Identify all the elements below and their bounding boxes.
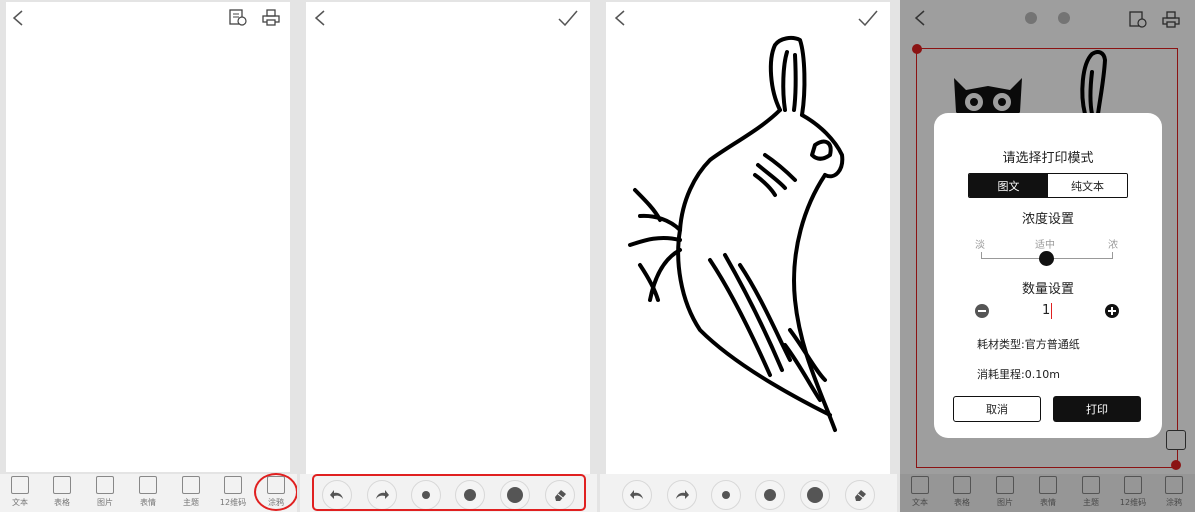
medium-dot-icon bbox=[764, 489, 776, 501]
consumed-mileage: 消耗里程:0.10m bbox=[977, 368, 1060, 381]
tool-label: 表格 bbox=[54, 498, 70, 507]
density-light-label: 淡 bbox=[975, 240, 985, 251]
tab-image-text[interactable]: 图文 bbox=[969, 174, 1048, 197]
bird-doodle bbox=[628, 35, 845, 432]
tool-image[interactable]: 图片 bbox=[88, 476, 122, 508]
dialog-title: 请选择打印模式 bbox=[1002, 151, 1094, 166]
tool-table[interactable]: 表格 bbox=[45, 476, 79, 508]
barcode-icon bbox=[224, 476, 242, 494]
brush-large-button[interactable] bbox=[800, 480, 830, 510]
quantity-minus-button[interactable] bbox=[975, 304, 989, 318]
plus-icon-v bbox=[1111, 307, 1113, 315]
text-icon bbox=[11, 476, 29, 494]
tool-text[interactable]: 文本 bbox=[3, 476, 37, 508]
emoji-icon bbox=[139, 476, 157, 494]
tool-emoji[interactable]: 表情 bbox=[131, 476, 165, 508]
confirm-check-icon[interactable] bbox=[558, 10, 578, 26]
screen-editor: 文本 表格 图片 表情 主题 12维码 涂鸦 bbox=[0, 0, 297, 512]
print-icon[interactable] bbox=[262, 9, 280, 26]
density-medium-label: 适中 bbox=[1035, 240, 1055, 251]
minus-icon bbox=[978, 310, 986, 312]
back-icon[interactable] bbox=[314, 10, 326, 26]
tool-theme[interactable]: 主题 bbox=[174, 476, 208, 508]
tab-plain-text[interactable]: 纯文本 bbox=[1048, 174, 1127, 197]
undo-icon bbox=[630, 490, 643, 499]
brush-small-button[interactable] bbox=[711, 480, 741, 510]
density-dark-label: 浓 bbox=[1108, 240, 1118, 251]
tool-label: 主题 bbox=[183, 498, 199, 507]
screen-doodle-drawn bbox=[600, 0, 897, 512]
tool-label: 图片 bbox=[97, 498, 113, 507]
large-dot-icon bbox=[807, 487, 823, 503]
undo-button[interactable] bbox=[622, 480, 652, 510]
tool-barcode[interactable]: 12维码 bbox=[216, 476, 250, 508]
tool-label: 表情 bbox=[140, 498, 156, 507]
brush-medium-button[interactable] bbox=[755, 480, 785, 510]
back-icon[interactable] bbox=[614, 10, 626, 26]
tool-label: 文本 bbox=[12, 498, 28, 507]
table-icon bbox=[53, 476, 71, 494]
print-mode-dialog: 请选择打印模式 图文 纯文本 浓度设置 淡 适中 浓 数量设置 1 耗材类型:官… bbox=[934, 113, 1162, 438]
image-icon bbox=[96, 476, 114, 494]
back-icon[interactable] bbox=[12, 10, 24, 26]
redo-icon bbox=[676, 490, 689, 499]
mode-tabs: 图文 纯文本 bbox=[968, 173, 1128, 198]
material-type: 耗材类型:官方普通纸 bbox=[977, 338, 1080, 351]
print-button[interactable]: 打印 bbox=[1053, 396, 1141, 422]
small-dot-icon bbox=[722, 491, 730, 499]
redo-button[interactable] bbox=[667, 480, 697, 510]
history-icon[interactable] bbox=[229, 9, 247, 26]
highlight-circle bbox=[254, 473, 297, 511]
density-slider-thumb[interactable] bbox=[1039, 251, 1054, 266]
density-tick-right bbox=[1112, 252, 1113, 259]
cancel-button[interactable]: 取消 bbox=[953, 396, 1041, 422]
density-title: 浓度设置 bbox=[1021, 212, 1074, 227]
theme-icon bbox=[182, 476, 200, 494]
highlight-frame bbox=[312, 474, 586, 511]
quantity-title: 数量设置 bbox=[1021, 282, 1074, 297]
confirm-check-icon[interactable] bbox=[858, 10, 878, 26]
eraser-icon bbox=[855, 490, 866, 501]
quantity-input[interactable]: 1 bbox=[1042, 303, 1050, 318]
eraser-button[interactable] bbox=[845, 480, 875, 510]
quantity-plus-button[interactable] bbox=[1105, 304, 1119, 318]
density-tick-left bbox=[981, 252, 982, 259]
doodle-canvas[interactable] bbox=[306, 2, 590, 474]
editor-canvas[interactable] bbox=[6, 2, 290, 472]
text-cursor bbox=[1051, 303, 1052, 319]
screen-doodle-empty bbox=[300, 0, 597, 512]
tool-label: 12维码 bbox=[219, 498, 247, 507]
